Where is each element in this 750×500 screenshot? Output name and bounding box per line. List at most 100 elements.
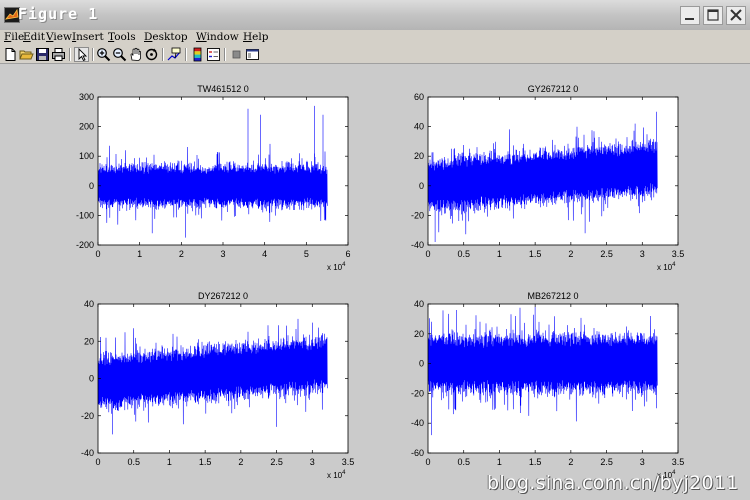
- menu-view[interactable]: View: [46, 31, 72, 43]
- subplots-canvas: 0 1 2 3 4 5 6-200-1000100200300TW461512 0x 104…: [76, 84, 684, 480]
- insert-legend-button[interactable]: [206, 47, 221, 62]
- x-tick-label: 2: [568, 457, 573, 467]
- x-exponent-label: x 104: [327, 262, 346, 272]
- x-exponent-power: 4: [672, 262, 676, 268]
- rotate-3d-button[interactable]: [144, 47, 159, 62]
- menu-window[interactable]: Window: [196, 31, 239, 43]
- figure-toolbar: [0, 46, 750, 64]
- close-button[interactable]: [726, 6, 746, 25]
- y-tick-label: 20: [414, 329, 424, 339]
- y-tick-label: 0: [89, 374, 94, 384]
- print-icon: [52, 48, 65, 61]
- axes-title: TW461512 0: [197, 84, 249, 94]
- title-bar: Figure 1: [0, 0, 750, 30]
- x-tick-label: 3.5: [672, 457, 685, 467]
- subplot-1[interactable]: 0 1 2 3 4 5 6 -200 -100 0 100 200 300 TW461512 0 x 104: [76, 84, 351, 272]
- x-tick-label: 2: [179, 249, 184, 259]
- x-tick-label: 3: [640, 249, 645, 259]
- x-tick-label: 0.5: [457, 249, 470, 259]
- x-tick-label: 1.5: [199, 457, 212, 467]
- x-tick-label: 1: [137, 249, 142, 259]
- x-tick-label: 1.5: [529, 457, 542, 467]
- zoom-in-icon: [97, 48, 111, 62]
- x-exponent-label: x 104: [657, 262, 676, 272]
- pan-icon: [130, 47, 141, 61]
- x-tick-label: 1: [167, 457, 172, 467]
- y-tick-label: -40: [411, 418, 424, 428]
- y-tick-label: -100: [76, 210, 94, 220]
- y-tick-label: 20: [414, 151, 424, 161]
- y-tick-label: 40: [414, 299, 424, 309]
- y-tick-label: -40: [411, 240, 424, 250]
- x-tick-label: 3: [640, 457, 645, 467]
- hide-plot-tools-button[interactable]: [229, 47, 244, 62]
- x-tick-label: 0.5: [457, 457, 470, 467]
- x-tick-label: 3.5: [672, 249, 685, 259]
- x-tick-label: 3: [220, 249, 225, 259]
- insert-colorbar-button[interactable]: [190, 47, 205, 62]
- show-plot-tools-button[interactable]: [245, 47, 260, 62]
- data-cursor-button[interactable]: [167, 47, 182, 62]
- x-tick-label: 5: [304, 249, 309, 259]
- hide-tools-icon: [232, 50, 241, 59]
- colorbar-icon: [193, 47, 202, 62]
- menu-tools[interactable]: Tools: [108, 31, 136, 43]
- x-exponent-label: x 104: [327, 470, 346, 480]
- y-tick-label: -200: [76, 240, 94, 250]
- x-tick-label: 2.5: [600, 457, 613, 467]
- minimize-button[interactable]: [680, 6, 700, 25]
- subplot-4[interactable]: 0 0.5 1 1.5 2 2.5 3 3.5 -60 -40 -20 0 20 40 MB267212 0…: [411, 291, 684, 480]
- zoom-out-button[interactable]: [112, 47, 127, 62]
- x-tick-label: 2: [238, 457, 243, 467]
- y-tick-label: 40: [414, 122, 424, 132]
- data-cursor-icon: [167, 47, 181, 61]
- x-tick-label: 1.5: [529, 249, 542, 259]
- zoom-out-icon: [113, 48, 127, 62]
- subplot-3[interactable]: 0 0.5 1 1.5 2 2.5 3 3.5 -40 -20 0 20 40 DY267212 0 x 1…: [81, 291, 354, 480]
- y-tick-label: -60: [411, 448, 424, 458]
- menu-desktop[interactable]: Desktop: [144, 31, 188, 43]
- x-tick-label: 2: [568, 249, 573, 259]
- y-tick-label: 0: [419, 359, 424, 369]
- figure-area: 0 1 2 3 4 5 6 -200 -100 0 100 200 300 TW461512 0x 104…: [0, 64, 750, 500]
- x-tick-label: 0: [95, 249, 100, 259]
- window-title: Figure 1: [18, 5, 99, 23]
- y-tick-label: 40: [84, 299, 94, 309]
- x-tick-label: 3.5: [342, 457, 355, 467]
- pointer-icon: [78, 48, 88, 61]
- y-tick-label: -20: [411, 388, 424, 398]
- save-figure-button[interactable]: [35, 47, 50, 62]
- x-exponent-power: 4: [342, 470, 346, 476]
- watermark: blog.sina.com.cn/byj2011: [487, 472, 739, 494]
- maximize-button[interactable]: [703, 6, 723, 25]
- y-tick-label: 300: [79, 92, 94, 102]
- y-tick-label: -20: [81, 411, 94, 421]
- x-exponent-power: 4: [342, 262, 346, 268]
- new-icon: [5, 48, 16, 61]
- subplot-2[interactable]: 0 0.5 1 1.5 2 2.5 3 3.5 -40 -20 0 20 40 60 GY267212 0 x…: [411, 84, 684, 272]
- edit-plot-button[interactable]: [74, 47, 89, 62]
- zoom-in-button[interactable]: [96, 47, 111, 62]
- pan-button[interactable]: [128, 47, 143, 62]
- x-tick-label: 1: [497, 249, 502, 259]
- y-tick-label: 200: [79, 122, 94, 132]
- y-tick-label: 100: [79, 151, 94, 161]
- x-tick-label: 0: [425, 457, 430, 467]
- x-tick-label: 6: [345, 249, 350, 259]
- new-figure-button[interactable]: [3, 47, 18, 62]
- show-tools-icon: [246, 49, 259, 60]
- x-tick-label: 0: [425, 249, 430, 259]
- print-figure-button[interactable]: [51, 47, 66, 62]
- open-file-button[interactable]: [19, 47, 34, 62]
- save-icon: [36, 48, 49, 61]
- rotate-icon: [145, 48, 158, 61]
- x-tick-label: 1: [497, 457, 502, 467]
- y-tick-label: 0: [89, 181, 94, 191]
- menu-file[interactable]: File: [4, 31, 24, 43]
- y-tick-label: -40: [81, 448, 94, 458]
- menu-edit[interactable]: Edit: [23, 31, 45, 43]
- menu-insert[interactable]: Insert: [72, 31, 104, 43]
- menu-help[interactable]: Help: [243, 31, 268, 43]
- menu-bar: File Edit View Insert Tools Desktop Wind…: [0, 30, 750, 46]
- axes-title: MB267212 0: [527, 291, 578, 301]
